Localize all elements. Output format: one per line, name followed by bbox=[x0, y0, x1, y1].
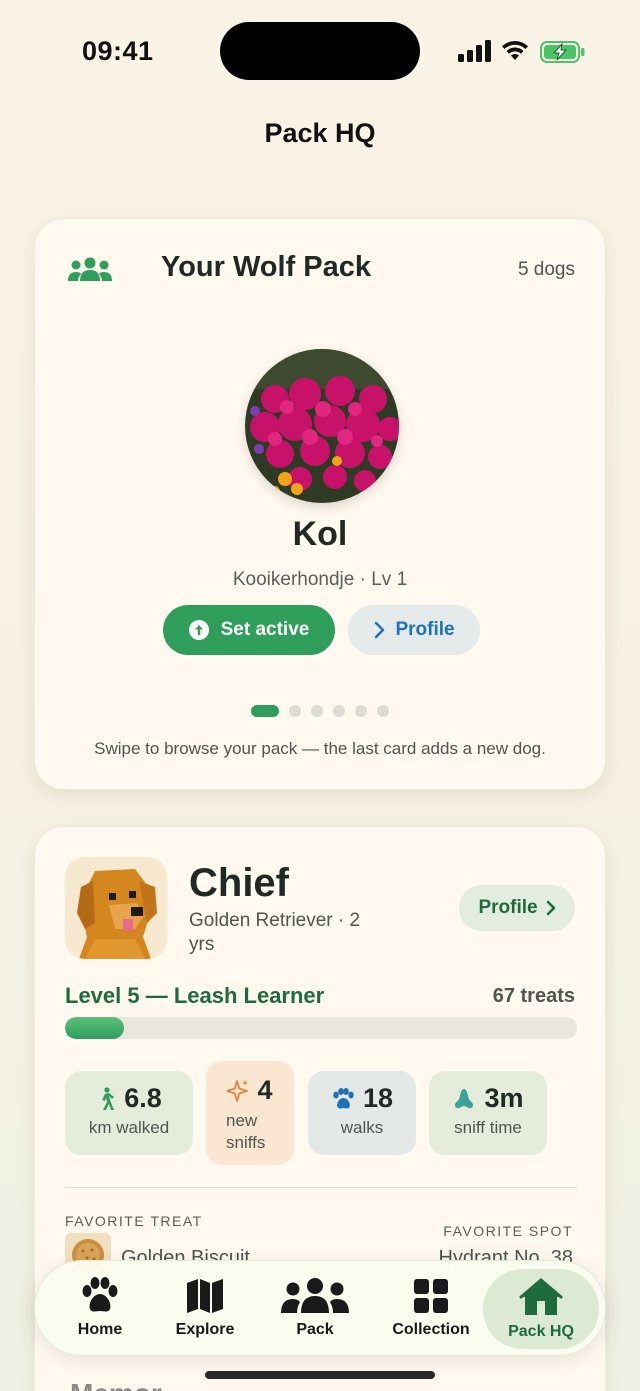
stat-sniff-time: 3m sniff time bbox=[429, 1071, 547, 1155]
profile-button-label: Profile bbox=[478, 897, 538, 918]
page-dot[interactable] bbox=[251, 705, 279, 717]
status-time: 09:41 bbox=[82, 36, 154, 66]
tab-label: Pack bbox=[296, 1321, 334, 1338]
arrow-up-circle-icon bbox=[188, 620, 209, 640]
page-dot[interactable] bbox=[377, 705, 389, 717]
stat-value: 18 bbox=[362, 1083, 394, 1113]
pack-dog-count: 5 dogs bbox=[517, 259, 575, 280]
set-active-button[interactable]: Set active bbox=[163, 605, 335, 655]
level-title: Level 5 — Leash Learner bbox=[65, 983, 325, 1008]
tab-explore[interactable]: Explore bbox=[151, 1261, 259, 1357]
stat-value: 6.8 bbox=[124, 1083, 162, 1113]
house-icon bbox=[519, 1278, 563, 1315]
dynamic-island bbox=[220, 22, 420, 80]
flower-photo-image bbox=[245, 349, 399, 503]
stat-km-walked: 6.8 km walked bbox=[65, 1071, 193, 1155]
active-dog-name: Chief bbox=[189, 861, 289, 905]
map-icon bbox=[187, 1279, 223, 1313]
tab-label: Pack HQ bbox=[508, 1323, 574, 1340]
tab-bar: Home Explore Pack Collection Pack HQ bbox=[34, 1260, 606, 1356]
group-icon bbox=[281, 1278, 349, 1313]
stat-value: 4 bbox=[257, 1075, 273, 1105]
active-dog-profile-button[interactable]: Profile bbox=[459, 885, 575, 931]
favorite-treat-label: FAVORITE TREAT bbox=[65, 1213, 203, 1229]
wifi-icon bbox=[502, 40, 528, 60]
section-divider bbox=[65, 1187, 577, 1188]
stat-value: 3m bbox=[484, 1083, 524, 1113]
stat-label: sniff time bbox=[454, 1118, 522, 1137]
stat-label: km walked bbox=[88, 1118, 170, 1137]
page-title: Pack HQ bbox=[264, 118, 376, 148]
profile-button-label: Profile bbox=[395, 619, 455, 640]
nose-icon bbox=[455, 1088, 474, 1108]
page-dots[interactable] bbox=[35, 705, 605, 717]
stat-walks: 18 walks bbox=[308, 1071, 416, 1155]
dog-breed-level: Kooikerhondje · Lv 1 bbox=[232, 569, 408, 590]
dog-name: Kol bbox=[292, 515, 348, 553]
walking-icon bbox=[102, 1086, 115, 1110]
set-active-label: Set active bbox=[220, 619, 310, 640]
chevron-right-icon bbox=[546, 900, 555, 916]
level-progress-fill bbox=[65, 1017, 124, 1039]
tab-pack[interactable]: Pack bbox=[263, 1261, 367, 1357]
battery-charging-icon bbox=[540, 41, 585, 63]
stat-new-sniffs: 4 new sniffs bbox=[206, 1061, 294, 1165]
pixel-dog-image bbox=[65, 857, 167, 959]
page-dot[interactable] bbox=[333, 705, 345, 717]
treats-count: 67 treats bbox=[492, 985, 575, 1007]
next-section-title: Memor bbox=[70, 1378, 162, 1391]
chevron-right-icon bbox=[375, 621, 385, 639]
group-icon bbox=[68, 257, 112, 281]
golden-retriever-avatar bbox=[65, 857, 167, 959]
page-dot[interactable] bbox=[311, 705, 323, 717]
tab-label: Explore bbox=[175, 1321, 235, 1338]
wolf-pack-card[interactable]: Your Wolf Pack 5 dogs Kol Kooikerhondje … bbox=[34, 218, 606, 790]
tab-collection[interactable]: Collection bbox=[379, 1261, 483, 1357]
page-dot[interactable] bbox=[355, 705, 367, 717]
page-dot[interactable] bbox=[289, 705, 301, 717]
grid-icon bbox=[414, 1279, 448, 1313]
pack-card-header: Your Wolf Pack 5 dogs bbox=[67, 251, 575, 287]
paw-icon bbox=[82, 1277, 118, 1312]
sparkle-icon bbox=[227, 1079, 249, 1102]
cellular-signal-icon bbox=[458, 40, 491, 62]
tab-pack-hq[interactable]: Pack HQ bbox=[483, 1269, 599, 1349]
swipe-hint: Swipe to browse your pack — the last car… bbox=[94, 739, 546, 758]
favorite-spot-label: FAVORITE SPOT bbox=[443, 1223, 573, 1239]
stat-label: walks bbox=[340, 1118, 384, 1137]
level-progress-bar bbox=[65, 1017, 577, 1039]
active-dog-breed: Golden Retriever · 2 yrs bbox=[189, 910, 361, 955]
status-bar: 09:41 bbox=[0, 0, 640, 100]
dog-avatar-photo[interactable] bbox=[245, 349, 399, 503]
home-indicator[interactable] bbox=[205, 1371, 435, 1379]
tab-home[interactable]: Home bbox=[49, 1261, 151, 1357]
paw-icon bbox=[333, 1087, 354, 1108]
profile-button[interactable]: Profile bbox=[348, 605, 480, 655]
tab-label: Home bbox=[77, 1321, 123, 1338]
stat-label: new sniffs bbox=[226, 1111, 266, 1152]
pack-title: Your Wolf Pack bbox=[161, 251, 372, 283]
tab-label: Collection bbox=[392, 1321, 470, 1338]
